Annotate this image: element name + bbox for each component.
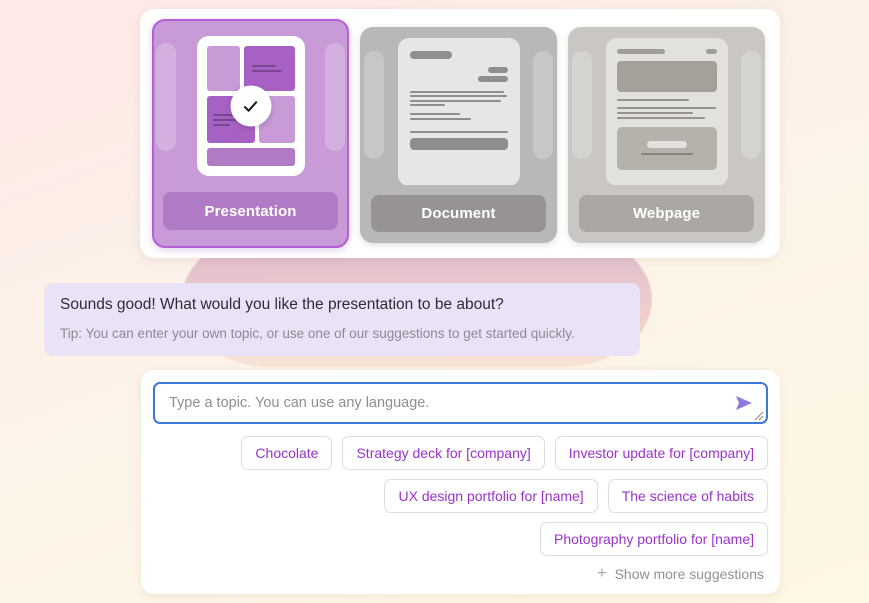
document-thumbnail	[371, 38, 546, 186]
presentation-thumbnail	[163, 30, 338, 182]
type-card-webpage[interactable]: Webpage	[568, 27, 765, 243]
type-card-label-presentation: Presentation	[163, 192, 338, 230]
selected-check-badge	[230, 85, 271, 127]
suggestion-chip[interactable]: The science of habits	[607, 479, 768, 513]
assistant-message-bubble: Sounds good! What would you like the pre…	[44, 283, 640, 357]
suggestion-chip[interactable]: Strategy deck for [company]	[342, 436, 545, 470]
send-arrow-icon[interactable]	[734, 394, 754, 412]
plus-icon: +	[597, 565, 607, 582]
show-more-suggestions-button[interactable]: + Show more suggestions	[593, 560, 768, 584]
topic-input[interactable]	[169, 395, 726, 411]
suggestion-chip[interactable]: Chocolate	[241, 436, 333, 470]
type-card-label-document: Document	[371, 195, 546, 232]
assistant-message-title: Sounds good! What would you like the pre…	[60, 296, 504, 313]
suggestion-chip[interactable]: Photography portfolio for [name]	[539, 522, 768, 556]
show-more-suggestions-label: Show more suggestions	[614, 566, 764, 582]
type-card-label-webpage: Webpage	[579, 195, 754, 232]
suggestion-chip-list: Chocolate Strategy deck for [company] In…	[153, 436, 768, 556]
topic-input-wrapper[interactable]	[153, 382, 768, 424]
resize-grip-icon[interactable]	[754, 411, 764, 421]
webpage-thumbnail	[579, 38, 754, 186]
suggestion-chip[interactable]: UX design portfolio for [name]	[384, 479, 598, 513]
composer-panel: Chocolate Strategy deck for [company] In…	[141, 370, 780, 594]
type-card-document[interactable]: Document	[360, 27, 557, 243]
output-type-chooser-panel: Presentation Document Webpage	[140, 9, 780, 258]
type-card-presentation[interactable]: Presentation	[152, 19, 349, 248]
suggestion-chip[interactable]: Investor update for [company]	[554, 436, 768, 470]
assistant-message-tip: Tip: You can enter your own topic, or us…	[60, 325, 575, 341]
